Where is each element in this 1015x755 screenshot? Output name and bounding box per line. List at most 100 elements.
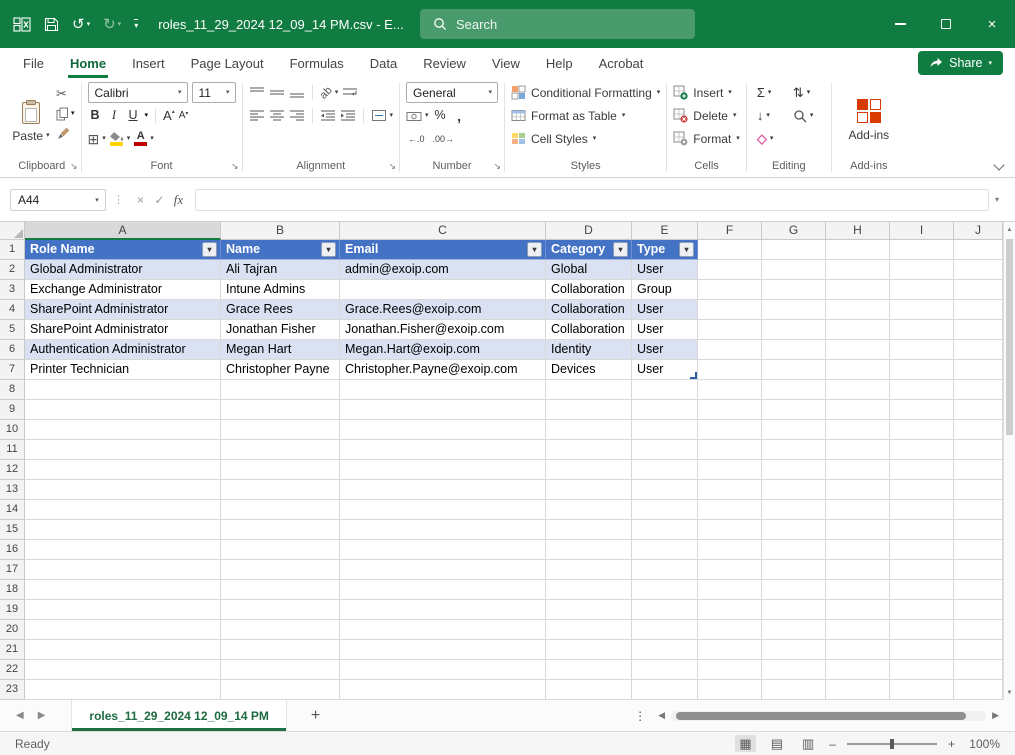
cell-B10[interactable]: [221, 420, 340, 440]
cell-D10[interactable]: [546, 420, 632, 440]
cell-J18[interactable]: [954, 580, 1003, 600]
cell-D23[interactable]: [546, 680, 632, 700]
page-layout-view-button[interactable]: ▤: [767, 735, 787, 752]
zoom-level[interactable]: 100%: [966, 737, 1000, 751]
cell-J21[interactable]: [954, 640, 1003, 660]
cell-H19[interactable]: [826, 600, 890, 620]
cell-D2[interactable]: Global: [546, 260, 632, 280]
cell-H7[interactable]: [826, 360, 890, 380]
row-header-6[interactable]: 6: [0, 340, 25, 360]
cell-H18[interactable]: [826, 580, 890, 600]
sort-filter-button[interactable]: ⇅▾: [789, 85, 825, 101]
cell-I21[interactable]: [890, 640, 954, 660]
cell-E21[interactable]: [632, 640, 698, 660]
cell-D15[interactable]: [546, 520, 632, 540]
cell-B4[interactable]: Grace Rees: [221, 300, 340, 320]
font-color-button[interactable]: A ▾: [134, 132, 154, 146]
cell-D13[interactable]: [546, 480, 632, 500]
borders-button[interactable]: ⊞▾: [88, 132, 106, 146]
cell-D1[interactable]: Category▾: [546, 240, 632, 260]
cell-E2[interactable]: User: [632, 260, 698, 280]
cell-C23[interactable]: [340, 680, 546, 700]
filter-button-C[interactable]: ▾: [527, 242, 542, 257]
cell-C1[interactable]: Email▾: [340, 240, 546, 260]
redo-button[interactable]: ↻▾: [103, 17, 121, 32]
cell-E5[interactable]: User: [632, 320, 698, 340]
cell-E6[interactable]: User: [632, 340, 698, 360]
ribbon-tab-acrobat[interactable]: Acrobat: [586, 48, 657, 78]
filter-button-A[interactable]: ▾: [202, 242, 217, 257]
cell-F6[interactable]: [698, 340, 762, 360]
cell-G8[interactable]: [762, 380, 826, 400]
cell-I2[interactable]: [890, 260, 954, 280]
cell-G11[interactable]: [762, 440, 826, 460]
cell-I10[interactable]: [890, 420, 954, 440]
cell-I13[interactable]: [890, 480, 954, 500]
cell-J3[interactable]: [954, 280, 1003, 300]
name-box[interactable]: A44 ▾: [10, 189, 106, 211]
cell-H13[interactable]: [826, 480, 890, 500]
cell-C5[interactable]: Jonathan.Fisher@exoip.com: [340, 320, 546, 340]
cell-J22[interactable]: [954, 660, 1003, 680]
column-header-J[interactable]: J: [954, 222, 1003, 240]
cell-C20[interactable]: [340, 620, 546, 640]
cell-B16[interactable]: [221, 540, 340, 560]
cell-C12[interactable]: [340, 460, 546, 480]
cell-F12[interactable]: [698, 460, 762, 480]
cell-G21[interactable]: [762, 640, 826, 660]
increase-decimal-button[interactable]: ←.0: [406, 134, 427, 144]
cell-A13[interactable]: [25, 480, 221, 500]
increase-font-size-button[interactable]: A▴: [163, 109, 175, 122]
share-button[interactable]: Share ▾: [918, 51, 1003, 75]
cell-F23[interactable]: [698, 680, 762, 700]
vertical-scroll-track[interactable]: [1004, 237, 1015, 685]
fill-button[interactable]: ↓▾: [753, 108, 789, 123]
cell-A11[interactable]: [25, 440, 221, 460]
cell-A1[interactable]: Role Name▾: [25, 240, 221, 260]
cell-B1[interactable]: Name▾: [221, 240, 340, 260]
cell-D7[interactable]: Devices: [546, 360, 632, 380]
ribbon-tab-review[interactable]: Review: [410, 48, 479, 78]
cell-B21[interactable]: [221, 640, 340, 660]
row-header-4[interactable]: 4: [0, 300, 25, 320]
cell-F7[interactable]: [698, 360, 762, 380]
clipboard-dialog-launcher[interactable]: ↘: [70, 162, 78, 171]
cell-F16[interactable]: [698, 540, 762, 560]
row-header-8[interactable]: 8: [0, 380, 25, 400]
cell-E15[interactable]: [632, 520, 698, 540]
paste-button[interactable]: Paste▾: [9, 81, 53, 160]
cut-button[interactable]: ✂: [56, 86, 75, 101]
cell-C22[interactable]: [340, 660, 546, 680]
cell-E23[interactable]: [632, 680, 698, 700]
copy-button[interactable]: ▾: [56, 106, 75, 121]
row-header-18[interactable]: 18: [0, 580, 25, 600]
cell-I6[interactable]: [890, 340, 954, 360]
cell-J16[interactable]: [954, 540, 1003, 560]
cell-H8[interactable]: [826, 380, 890, 400]
cell-B2[interactable]: Ali Tajran: [221, 260, 340, 280]
normal-view-button[interactable]: ▦: [735, 735, 755, 752]
cell-D18[interactable]: [546, 580, 632, 600]
ribbon-tab-formulas[interactable]: Formulas: [277, 48, 357, 78]
horizontal-scrollbar[interactable]: ◀ ▶: [658, 710, 999, 721]
format-as-table-button[interactable]: Format as Table ▾: [511, 104, 660, 127]
cell-I7[interactable]: [890, 360, 954, 380]
cell-H20[interactable]: [826, 620, 890, 640]
cell-E3[interactable]: Group: [632, 280, 698, 300]
column-header-F[interactable]: F: [698, 222, 762, 240]
cell-H23[interactable]: [826, 680, 890, 700]
cell-C18[interactable]: [340, 580, 546, 600]
cell-E18[interactable]: [632, 580, 698, 600]
addins-button[interactable]: Add-ins: [838, 81, 900, 160]
cell-D8[interactable]: [546, 380, 632, 400]
row-header-16[interactable]: 16: [0, 540, 25, 560]
cell-J12[interactable]: [954, 460, 1003, 480]
cell-F14[interactable]: [698, 500, 762, 520]
cell-F8[interactable]: [698, 380, 762, 400]
wrap-text-button[interactable]: [342, 86, 358, 99]
cell-C16[interactable]: [340, 540, 546, 560]
cell-G10[interactable]: [762, 420, 826, 440]
cell-I12[interactable]: [890, 460, 954, 480]
cell-A12[interactable]: [25, 460, 221, 480]
cell-I3[interactable]: [890, 280, 954, 300]
